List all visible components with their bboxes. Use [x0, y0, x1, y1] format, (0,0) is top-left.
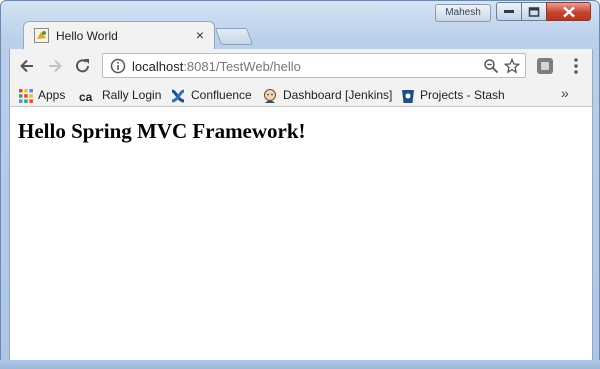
- reload-icon: [76, 59, 89, 73]
- url-text[interactable]: localhost:8081/TestWeb/hello: [132, 59, 301, 74]
- stash-icon: [402, 89, 414, 103]
- back-button[interactable]: [17, 56, 37, 76]
- profile-button[interactable]: Mahesh: [435, 4, 491, 22]
- tab-close-icon[interactable]: ×: [192, 27, 208, 43]
- minimize-icon: [504, 9, 514, 13]
- close-icon: [562, 6, 575, 17]
- svg-text:ca: ca: [79, 90, 93, 102]
- bookmark-label: Projects - Stash: [420, 88, 505, 102]
- tab-hello-world[interactable]: Hello World ×: [23, 21, 215, 50]
- jenkins-icon: [264, 88, 276, 103]
- menu-button[interactable]: [566, 56, 586, 76]
- extension-icon: [537, 58, 553, 74]
- bookmark-star-icon[interactable]: [504, 58, 520, 74]
- browser-window: Mahesh Hello World × localhost:8081/Test…: [0, 0, 600, 369]
- minimize-button[interactable]: [496, 2, 522, 21]
- bookmark-label: Apps: [38, 88, 66, 102]
- browser-toolbar: localhost:8081/TestWeb/hello: [9, 49, 593, 83]
- tab-title: Hello World: [56, 29, 118, 43]
- window-bottom-frame: [0, 360, 600, 369]
- maximize-button[interactable]: [521, 2, 547, 21]
- back-arrow-icon: [20, 59, 33, 73]
- apps-grid-icon: [19, 88, 33, 103]
- zoom-icon[interactable]: [483, 58, 499, 74]
- bookmarks-bar: Apps ca Rally Login Confluence Dashboard …: [9, 83, 593, 107]
- confluence-icon: [171, 89, 185, 103]
- maximize-icon: [528, 6, 540, 17]
- info-icon[interactable]: [110, 58, 126, 74]
- new-tab-button[interactable]: [214, 28, 254, 45]
- spring-favicon-icon: [34, 28, 49, 43]
- rally-ca-icon: ca: [79, 90, 93, 102]
- bookmarks-overflow-chevron-icon[interactable]: »: [561, 85, 569, 101]
- bookmark-label: Rally Login: [102, 88, 162, 102]
- address-bar[interactable]: localhost:8081/TestWeb/hello: [102, 53, 526, 78]
- forward-button[interactable]: [45, 56, 65, 76]
- bookmark-apps[interactable]: Apps: [19, 86, 65, 104]
- bookmark-jenkins[interactable]: Dashboard [Jenkins]: [262, 86, 392, 104]
- bookmark-stash[interactable]: Projects - Stash: [401, 86, 505, 104]
- forward-arrow-icon: [49, 59, 62, 73]
- reload-button[interactable]: [73, 56, 93, 76]
- bookmark-confluence[interactable]: Confluence: [170, 86, 252, 104]
- bookmark-rally-login[interactable]: ca Rally Login: [79, 86, 161, 104]
- profile-name: Mahesh: [445, 7, 481, 18]
- page-content: Hello Spring MVC Framework!: [9, 107, 593, 361]
- close-window-button[interactable]: [546, 2, 591, 21]
- page-heading: Hello Spring MVC Framework!: [18, 119, 306, 143]
- kebab-menu-icon: [574, 58, 578, 74]
- bookmark-label: Dashboard [Jenkins]: [283, 88, 393, 102]
- extension-button[interactable]: [535, 56, 555, 76]
- bookmark-label: Confluence: [191, 88, 252, 102]
